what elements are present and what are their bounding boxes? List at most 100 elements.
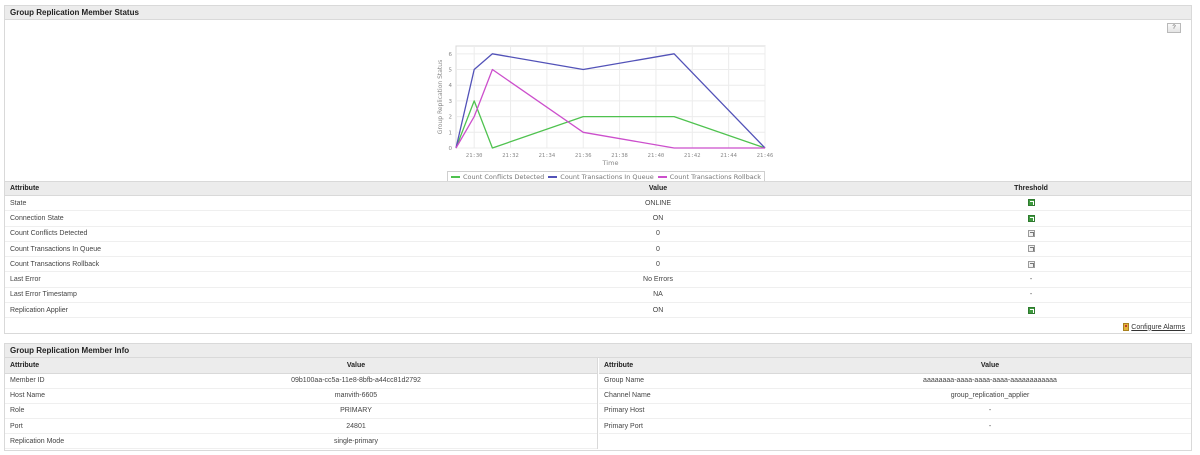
status-row-threshold <box>871 256 1191 273</box>
info-row-attribute: Port <box>5 418 205 435</box>
status-row-threshold <box>871 210 1191 227</box>
status-row-threshold <box>871 302 1191 319</box>
status-row-count-conflicts-detected: Count Conflicts Detected 0 <box>5 226 1191 242</box>
threshold-edit-icon[interactable] <box>1027 260 1035 268</box>
legend-item-conflicts[interactable]: Count Conflicts Detected <box>451 173 544 181</box>
status-row-attribute: Last Error Timestamp <box>5 287 445 304</box>
status-row-attribute: Count Transactions In Queue <box>5 241 445 258</box>
y-tick-label: 2 <box>449 115 453 121</box>
info-left-row-member-id: Member ID 09b100aa-cc5a-11e8-8bfb-a44cc81… <box>5 373 597 389</box>
info-left-row-replication-mode: Replication Mode single-primary <box>5 433 597 450</box>
info-left-header: Attribute Value <box>5 358 597 374</box>
status-row-count-transactions-rollback: Count Transactions Rollback 0 <box>5 256 1191 273</box>
status-row-value: ON <box>445 210 871 227</box>
info-row-attribute: Channel Name <box>599 388 899 404</box>
legend-label-queue: Count Transactions In Queue <box>560 172 654 181</box>
legend-label-conflicts: Count Conflicts Detected <box>463 172 545 181</box>
status-row-last-error-timestamp: Last Error Timestamp NA - <box>5 287 1191 304</box>
info-right-row-group-name: Group Name aaaaaaaa-aaaa-aaaa-aaaa-aaaaaa… <box>599 373 1191 389</box>
x-tick-label: 21:40 <box>648 153 665 159</box>
member-status-title: Group Replication Member Status <box>5 6 1191 20</box>
y-tick-label: 0 <box>449 146 453 152</box>
info-right-header-value: Value <box>899 358 1191 374</box>
legend-item-rollback[interactable]: Count Transactions Rollback <box>657 172 762 181</box>
status-row-value: No Errors <box>445 271 871 288</box>
status-row-state: State ONLINE <box>5 195 1191 212</box>
member-info-right-table: Attribute Value Group Name aaaaaaaa-aaaa-… <box>599 358 1191 435</box>
status-row-connection-state: Connection State ON <box>5 210 1191 227</box>
threshold-configured-icon[interactable] <box>1027 199 1035 207</box>
info-row-attribute: Host Name <box>5 388 205 404</box>
info-right-row-primary-host: Primary Host - <box>599 403 1191 420</box>
info-row-value: group_replication_applier <box>899 388 1191 404</box>
x-tick-label: 21:44 <box>720 153 737 159</box>
info-row-attribute: Role <box>5 403 205 420</box>
status-row-attribute: Count Transactions Rollback <box>5 256 445 273</box>
info-row-value: - <box>899 418 1191 435</box>
info-right-body: Group Name aaaaaaaa-aaaa-aaaa-aaaa-aaaaaa… <box>599 373 1191 435</box>
x-tick-label: 21:30 <box>466 153 483 159</box>
threshold-configured-icon[interactable] <box>1027 214 1035 222</box>
status-row-threshold <box>871 195 1191 212</box>
info-row-attribute: Group Name <box>599 373 899 389</box>
header-value: Value <box>445 181 871 196</box>
member-info-left-table: Attribute Value Member ID 09b100aa-cc5a-1… <box>5 358 597 450</box>
threshold-edit-icon[interactable] <box>1027 230 1035 238</box>
x-tick-label: 21:34 <box>539 153 556 159</box>
status-row-attribute: Connection State <box>5 210 445 227</box>
legend-label-rollback: Count Transactions Rollback <box>669 172 762 181</box>
status-row-attribute: Replication Applier <box>5 302 445 319</box>
member-status-panel: Group Replication Member Status ? 012345… <box>4 5 1192 334</box>
info-left-row-port: Port 24801 <box>5 418 597 435</box>
status-row-attribute: Count Conflicts Detected <box>5 226 445 242</box>
configure-alarms-link[interactable]: Configure Alarms <box>1131 324 1185 331</box>
status-row-count-transactions-in-queue: Count Transactions In Queue 0 <box>5 241 1191 258</box>
status-row-value: ON <box>445 302 871 319</box>
configure-alarms: Configure Alarms <box>1123 323 1185 331</box>
info-left-header-value: Value <box>205 358 597 374</box>
info-left-body: Member ID 09b100aa-cc5a-11e8-8bfb-a44cc81… <box>5 373 597 450</box>
y-tick-label: 4 <box>449 83 453 89</box>
threshold-edit-icon[interactable] <box>1027 245 1035 253</box>
status-row-threshold: - <box>871 287 1191 304</box>
info-row-value: manvith-6605 <box>205 388 597 404</box>
legend-swatch-rollback <box>657 175 667 178</box>
legend-swatch-conflicts <box>451 175 460 178</box>
info-right-row-channel-name: Channel Name group_replication_applier <box>599 388 1191 404</box>
member-info-panel: Group Replication Member Info Attribute … <box>4 343 1192 451</box>
info-right-row-primary-port: Primary Port - <box>599 418 1191 435</box>
info-left-header-attribute: Attribute <box>5 358 205 374</box>
threshold-configured-icon[interactable] <box>1027 306 1035 314</box>
alarm-icon[interactable] <box>1123 323 1130 331</box>
status-table-body: State ONLINE Connection State ON Count Confl… <box>5 195 1191 319</box>
x-tick-label: 21:32 <box>502 153 519 159</box>
status-table-header: Attribute Value Threshold <box>5 181 1191 196</box>
y-tick-label: 3 <box>449 99 453 105</box>
status-chart-svg: 012345621:30 21:32 21:34 21:36 21:38 21:40 21:… <box>437 45 773 167</box>
x-tick-label: 21:42 <box>684 153 701 159</box>
member-info-left: Attribute Value Member ID 09b100aa-cc5a-1… <box>5 358 598 450</box>
status-row-replication-applier: Replication Applier ON <box>5 302 1191 319</box>
info-row-attribute: Member ID <box>5 373 205 389</box>
info-right-header-attribute: Attribute <box>599 358 899 374</box>
status-row-threshold <box>871 226 1191 242</box>
info-row-value: single-primary <box>205 433 597 450</box>
legend-swatch-queue <box>548 175 558 178</box>
status-row-last-error: Last Error No Errors - <box>5 271 1191 288</box>
status-chart: 0 1 2 3 4 5 6 21:30 21:32 21:34 21:36 21:38 21:40 21:… <box>5 20 1191 182</box>
status-row-attribute: State <box>5 195 445 212</box>
legend-item-queue[interactable]: Count Transactions In Queue <box>548 172 654 181</box>
header-attribute: Attribute <box>5 181 445 196</box>
info-row-attribute: Primary Port <box>599 418 899 435</box>
info-row-value: - <box>899 403 1191 420</box>
status-row-value: 0 <box>445 226 871 242</box>
info-row-value: PRIMARY <box>205 403 597 420</box>
member-info-title: Group Replication Member Info <box>5 344 1191 358</box>
y-tick-label: 6 <box>449 52 453 58</box>
info-row-value: 09b100aa-cc5a-11e8-8bfb-a44cc81d2792 <box>205 373 597 389</box>
info-right-header: Attribute Value <box>599 358 1191 374</box>
y-tick-label: 1 <box>449 130 453 136</box>
info-row-attribute: Primary Host <box>599 403 899 420</box>
y-tick-label: 5 <box>449 68 453 74</box>
status-row-attribute: Last Error <box>5 271 445 288</box>
